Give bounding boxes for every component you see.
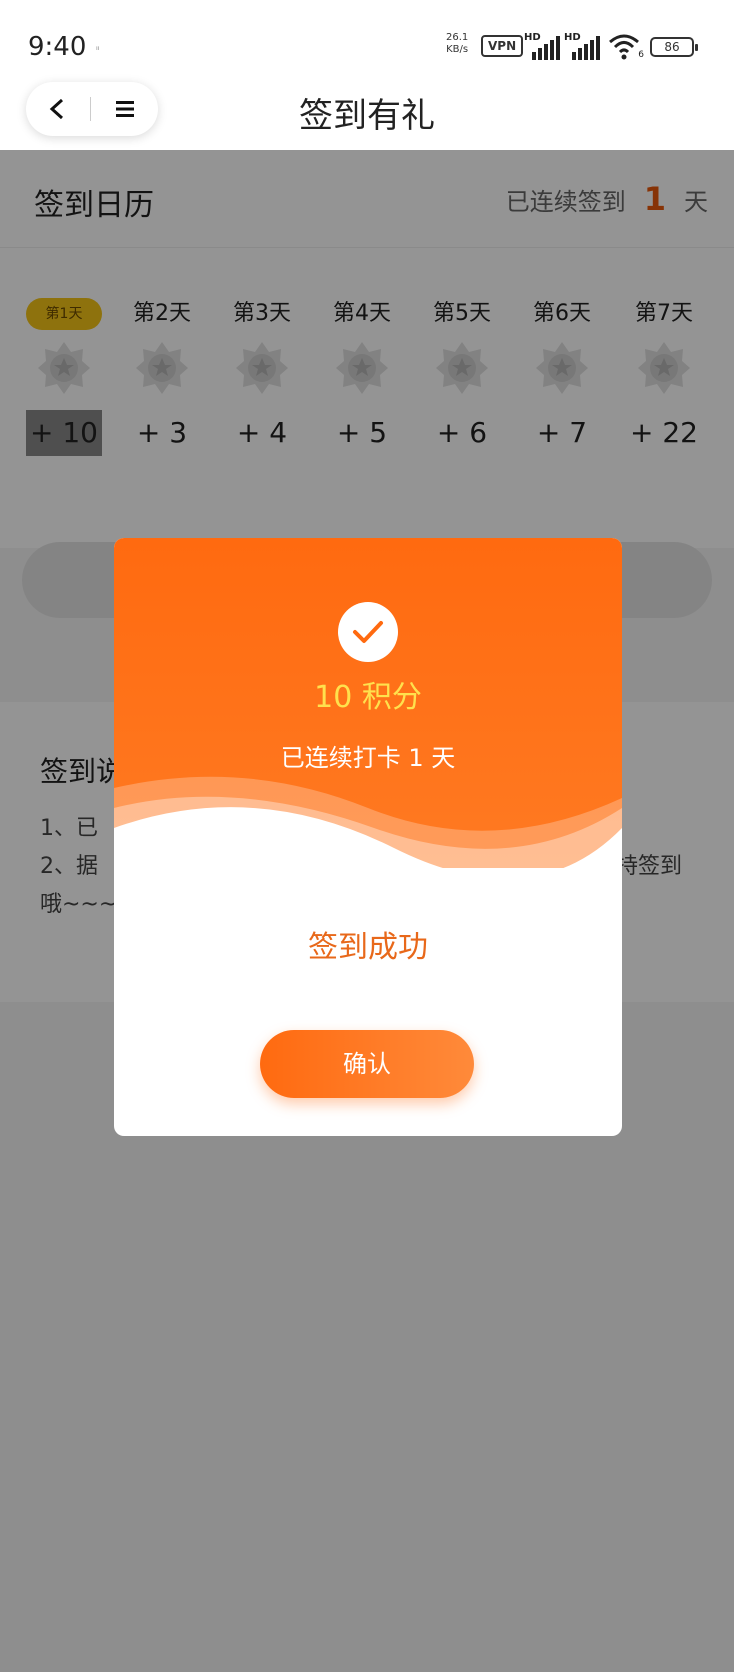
success-check-icon (338, 602, 398, 662)
confirm-button[interactable]: 确认 (260, 1030, 474, 1098)
battery-icon: 86 (650, 37, 698, 57)
status-notification-indicator: ᵢᵢ (96, 42, 100, 53)
vpn-icon: VPN (481, 35, 524, 57)
page-title: 签到有礼 (299, 96, 435, 136)
nav-bar: 签到有礼 (0, 80, 734, 150)
wifi-icon: 6 (608, 32, 644, 60)
signal-icon-1: HD (524, 32, 564, 60)
signal-icon-2: HD (564, 32, 604, 60)
modal-points-earned: 10 积分 (314, 680, 422, 715)
network-speed-unit: KB/s (446, 44, 469, 55)
modal-streak-text: 已连续打卡 1 天 (280, 744, 456, 772)
network-speed: 26.1 KB/s (446, 32, 468, 56)
wave-decoration (114, 776, 622, 888)
modal-success-text: 签到成功 (308, 930, 428, 965)
sign-in-success-modal: 10 积分 已连续打卡 1 天 签到成功 确认 (114, 538, 622, 1136)
network-speed-value: 26.1 (446, 32, 469, 43)
status-bar: 9:40 ᵢᵢ 26.1 KB/s VPN HD HD 6 86 (0, 0, 734, 80)
status-time: 9:40 (28, 32, 87, 62)
wifi-version-label: 6 (638, 50, 644, 60)
